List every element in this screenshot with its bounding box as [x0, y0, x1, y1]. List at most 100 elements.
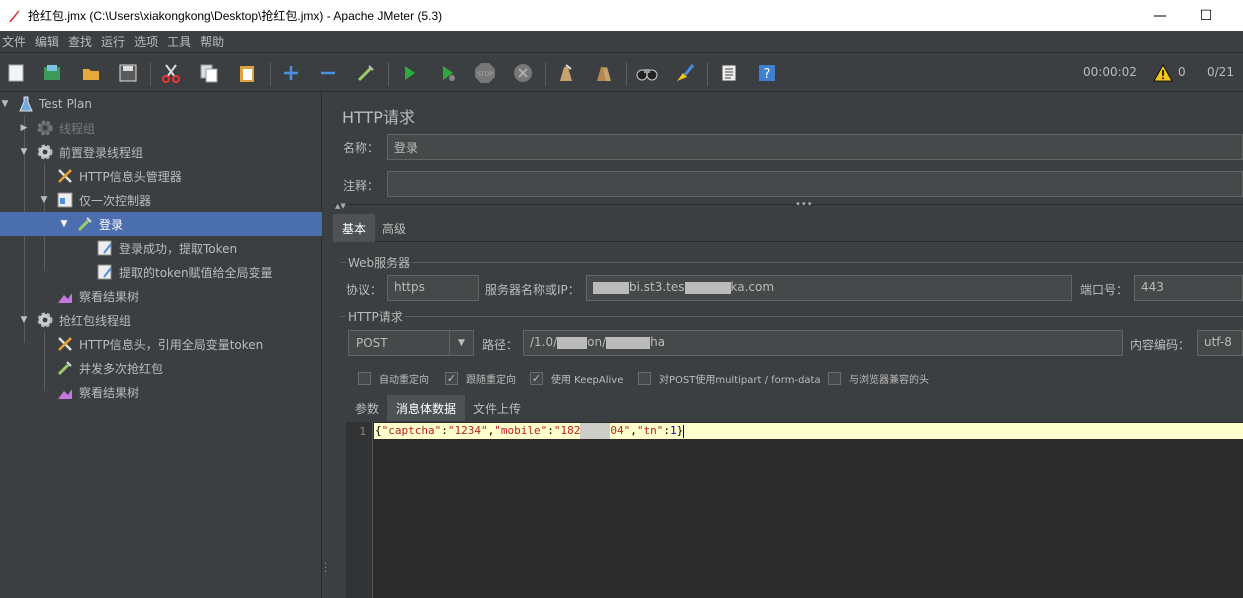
auto-redirect-checkbox[interactable]: 自动重定向 [358, 371, 429, 386]
redacted-mark [684, 281, 731, 294]
copy-icon[interactable] [198, 62, 220, 84]
minimize-button[interactable]: — [1137, 0, 1183, 31]
tree-item-results-tree-2[interactable]: 察看结果树 [0, 380, 322, 404]
checkbox-label: 跟随重定向 [466, 375, 516, 386]
collapse-arrow-icon[interactable]: ▼ [19, 315, 29, 325]
tree-item-label: 提取的token赋值给全局变量 [119, 265, 273, 280]
clear-icon[interactable] [555, 62, 577, 84]
tab-basic[interactable]: 基本 [333, 214, 376, 242]
menu-tools[interactable]: 工具 [165, 33, 196, 50]
divider-strip[interactable]: ▲▼ ••• [333, 199, 1243, 212]
tree-item-header-token[interactable]: HTTP信息头，引用全局变量token [0, 332, 322, 356]
checkbox-box[interactable] [358, 372, 371, 385]
checkbox-box[interactable]: ✓ [445, 372, 458, 385]
toolbar: STOP ? 00:00:02 0 0/21 [0, 54, 1243, 92]
search-icon[interactable] [636, 62, 658, 84]
checkbox-box[interactable]: ✓ [530, 372, 543, 385]
tree-item-header-manager[interactable]: HTTP信息头管理器 [0, 164, 322, 188]
stop-icon[interactable]: STOP [474, 62, 496, 84]
server-field[interactable]: bi.st3.tes ka.com [586, 275, 1072, 301]
tree-item-thread-group-disabled[interactable]: ▶ 线程组 [0, 116, 322, 140]
tree-item-label: 登录 [99, 217, 124, 232]
checkbox-box[interactable] [828, 372, 841, 385]
redacted-mark [580, 423, 611, 439]
reset-search-icon[interactable] [674, 62, 696, 84]
tree-item-token-global[interactable]: 提取的token赋值给全局变量 [0, 260, 322, 284]
browser-headers-checkbox[interactable]: 与浏览器兼容的头 [828, 371, 929, 386]
tree-item-results-tree[interactable]: 察看结果树 [0, 284, 322, 308]
open-icon[interactable] [80, 62, 102, 84]
collapse-arrow-icon[interactable]: ▼ [0, 99, 10, 109]
tab-file-upload[interactable]: 文件上传 [464, 395, 530, 421]
checkbox-box[interactable] [638, 372, 651, 385]
comment-field[interactable] [387, 171, 1243, 197]
tab-advanced[interactable]: 高级 [373, 214, 415, 242]
path-field[interactable]: /1.0/on/ha [523, 330, 1123, 356]
keepalive-checkbox[interactable]: ✓ 使用 KeepAlive [530, 371, 623, 386]
tab-parameters[interactable]: 参数 [346, 395, 388, 421]
checkbox-label: 对POST使用multipart / form-data [659, 375, 821, 386]
multipart-checkbox[interactable]: 对POST使用multipart / form-data [638, 371, 821, 386]
follow-redirect-checkbox[interactable]: ✓ 跟随重定向 [445, 371, 516, 386]
tree-item-once-only-controller[interactable]: ▼ 仅一次控制器 [0, 188, 322, 212]
tree-item-concurrent-grab[interactable]: 并发多次抢红包 [0, 356, 322, 380]
toolbar-separator [270, 62, 271, 86]
toolbar-separator [545, 62, 546, 86]
protocol-field[interactable]: https [387, 275, 479, 301]
line-number-gutter: 1 [346, 422, 373, 598]
encoding-field[interactable]: utf-8 [1197, 330, 1243, 356]
function-helper-icon[interactable] [718, 62, 740, 84]
chevron-down-icon[interactable]: ▼ [449, 331, 473, 355]
collapse-arrow-icon[interactable]: ▼ [59, 219, 69, 229]
tree-item-login-thread-group[interactable]: ▼ 前置登录线程组 [0, 140, 322, 164]
tab-body-data[interactable]: 消息体数据 [387, 395, 466, 421]
tree-item-grab-thread-group[interactable]: ▼ 抢红包线程组 [0, 308, 322, 332]
expand-arrow-icon[interactable]: ▶ [19, 123, 29, 133]
collapse-arrow-icon[interactable]: ▼ [19, 147, 29, 157]
cut-icon[interactable] [160, 62, 182, 84]
splitter-handle[interactable]: · · · [324, 560, 327, 578]
collapse-arrow-icon[interactable]: ▼ [39, 195, 49, 205]
shutdown-icon[interactable] [512, 62, 534, 84]
menu-run[interactable]: 运行 [99, 33, 130, 50]
body-code-line[interactable]: {"captcha":"1234","mobile":"182 04","tn":… [374, 423, 1243, 439]
menu-edit[interactable]: 编辑 [33, 33, 64, 50]
new-icon[interactable] [5, 62, 27, 84]
start-icon[interactable] [398, 62, 420, 84]
collapse-arrows-icon[interactable]: ▲▼ [335, 202, 346, 210]
templates-icon[interactable] [41, 62, 63, 84]
warning-icon[interactable] [1152, 62, 1174, 84]
clear-all-icon[interactable] [593, 62, 615, 84]
name-label: 名称： [343, 141, 380, 155]
save-icon[interactable] [117, 62, 139, 84]
help-icon[interactable]: ? [756, 62, 778, 84]
tree-item-extract-token[interactable]: 登录成功，提取Token [0, 236, 322, 260]
tree-item-login-sampler[interactable]: ▼ 登录 [0, 212, 322, 236]
menu-search[interactable]: 查找 [66, 33, 97, 50]
expand-icon[interactable] [280, 62, 302, 84]
code-token: "182 [553, 424, 581, 437]
drag-handle-icon[interactable]: ••• [795, 199, 813, 210]
method-select[interactable]: POST ▼ [348, 330, 474, 356]
tree-item-label: 察看结果树 [79, 289, 140, 304]
tree-item-label: Test Plan [39, 97, 92, 111]
collapse-icon[interactable] [317, 62, 339, 84]
start-no-pause-icon[interactable] [437, 62, 459, 84]
body-data-editor[interactable]: 1 {"captcha":"1234","mobile":"182 04","tn… [346, 422, 1243, 598]
toggle-icon[interactable] [355, 62, 377, 84]
svg-text:STOP: STOP [477, 71, 493, 78]
menu-options[interactable]: 选项 [132, 33, 163, 50]
warning-count: 0 [1178, 65, 1186, 79]
menu-file[interactable]: 文件 [0, 33, 31, 50]
code-token: : [663, 424, 670, 437]
maximize-button[interactable]: ☐ [1183, 0, 1229, 31]
port-field[interactable]: 443 [1134, 275, 1243, 301]
menu-help[interactable]: 帮助 [198, 33, 229, 50]
chart-icon [58, 293, 72, 303]
name-field[interactable]: 登录 [387, 134, 1243, 160]
tree-item-test-plan[interactable]: ▼ Test Plan [0, 92, 322, 116]
tree-item-label: 登录成功，提取Token [119, 241, 238, 256]
paste-icon[interactable] [236, 62, 258, 84]
gear-icon [37, 312, 53, 328]
tree-item-label: 线程组 [59, 121, 96, 136]
